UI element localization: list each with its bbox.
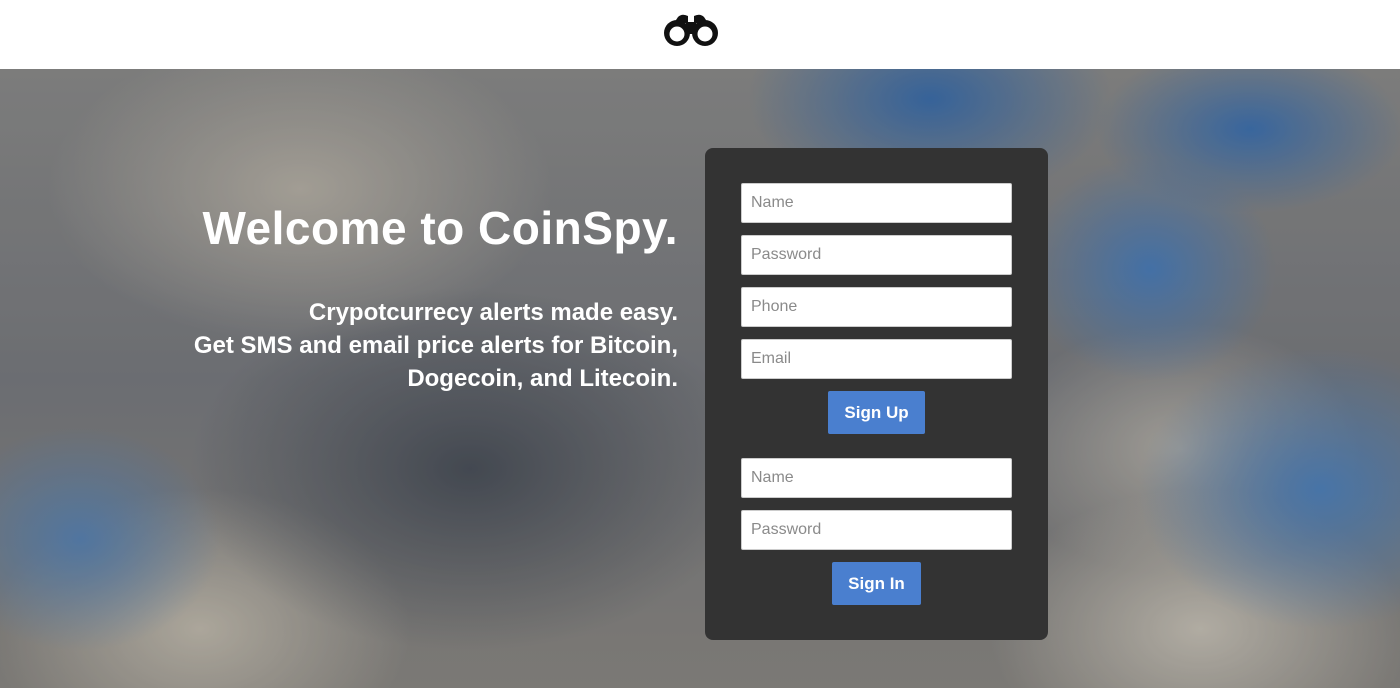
signin-password-input[interactable] — [741, 510, 1012, 550]
sign-in-button[interactable]: Sign In — [832, 562, 921, 605]
top-bar — [0, 0, 1400, 69]
signup-password-input[interactable] — [741, 235, 1012, 275]
signup-email-input[interactable] — [741, 339, 1012, 379]
tagline-line-3: Dogecoin, and Litecoin. — [407, 365, 678, 392]
tagline-line-1: Crypotcurrecy alerts made easy. — [308, 299, 678, 326]
binoculars-icon[interactable] — [662, 13, 720, 47]
signin-name-input[interactable] — [741, 458, 1012, 498]
signup-name-input[interactable] — [741, 183, 1012, 223]
tagline: Crypotcurrecy alerts made easy. Get SMS … — [78, 296, 678, 395]
signup-phone-input[interactable] — [741, 287, 1012, 327]
tagline-line-2: Get SMS and email price alerts for Bitco… — [193, 332, 678, 359]
sign-up-button[interactable]: Sign Up — [828, 391, 925, 434]
welcome-heading: Welcome to CoinSpy. — [202, 202, 678, 254]
auth-panel: Sign Up Sign In — [705, 148, 1048, 640]
